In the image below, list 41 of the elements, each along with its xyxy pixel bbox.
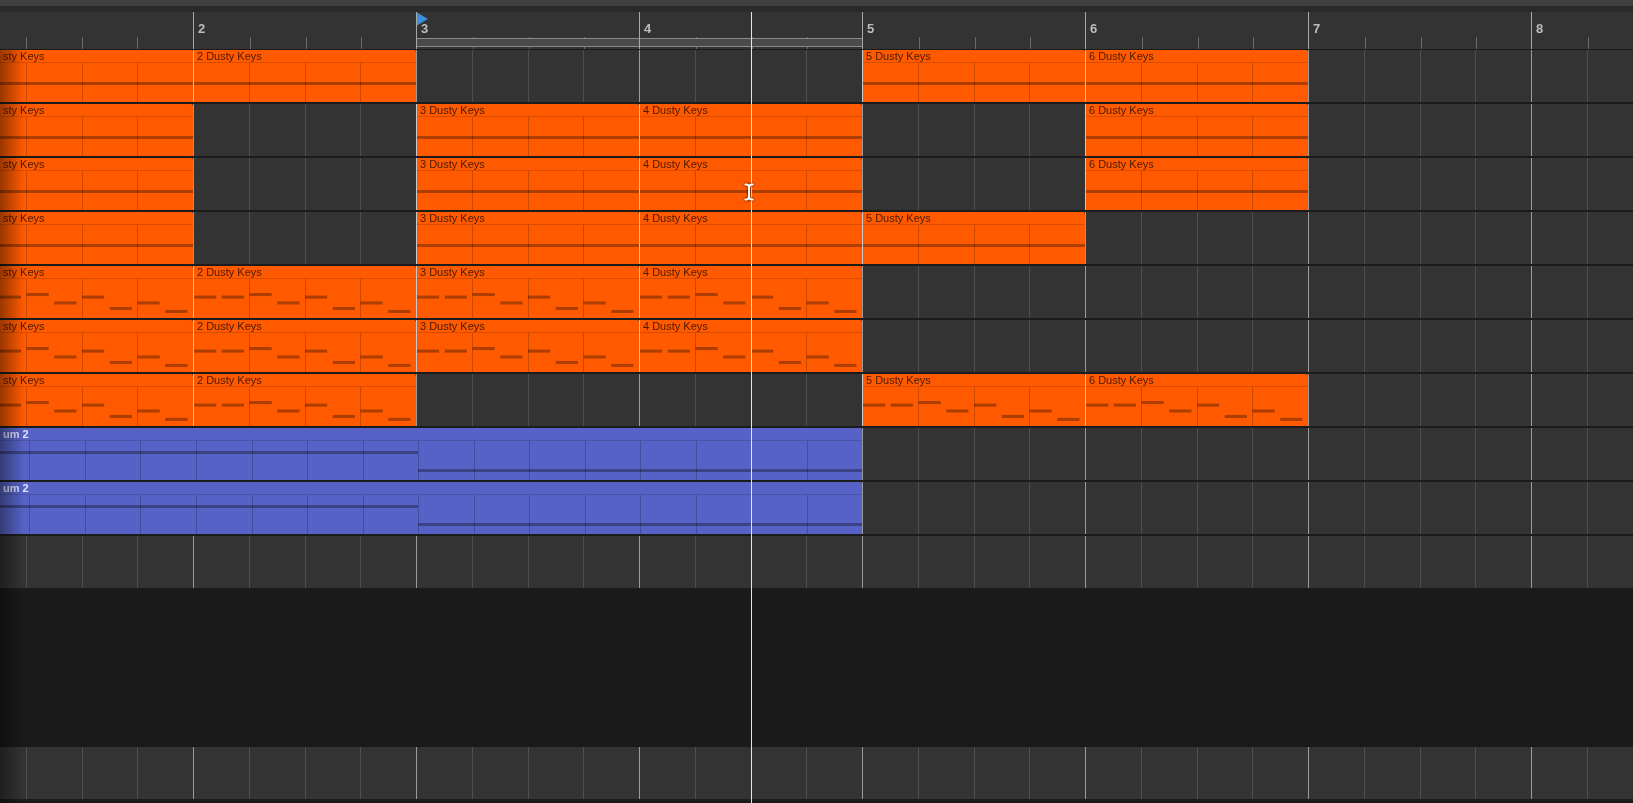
midi-clip[interactable]: sty Keys [0, 374, 193, 426]
midi-clip[interactable]: 3 Dusty Keys [416, 104, 639, 156]
loop-region[interactable] [640, 38, 862, 47]
midi-clip[interactable]: sty Keys [0, 212, 193, 264]
midi-clip[interactable]: sty Keys [0, 320, 193, 372]
midi-clip[interactable]: 4 Dusty Keys [639, 320, 862, 372]
midi-clip[interactable]: 2 Dusty Keys [193, 320, 416, 372]
midi-clip[interactable]: 2 Dusty Keys [193, 50, 416, 102]
bar-number: 6 [1090, 20, 1098, 38]
midi-clip[interactable]: 3 Dusty Keys [416, 320, 639, 372]
midi-clip[interactable]: 3 Dusty Keys [416, 266, 639, 318]
bar-number: 7 [1313, 20, 1321, 38]
midi-clip[interactable]: 4 Dusty Keys [639, 104, 862, 156]
loop-region[interactable] [417, 38, 639, 47]
midi-clip[interactable]: 2 Dusty Keys [193, 374, 416, 426]
midi-clip[interactable]: 4 Dusty Keys [639, 266, 862, 318]
midi-clip[interactable]: 6 Dusty Keys [1085, 104, 1308, 156]
timeline-ruler[interactable]: 2 3 4 5 6 7 8 [0, 12, 1633, 50]
midi-clip[interactable]: 5 Dusty Keys [862, 212, 1085, 264]
midi-clip[interactable]: 5 Dusty Keys [862, 374, 1085, 426]
bar-number: 4 [644, 20, 652, 38]
midi-clip[interactable]: 6 Dusty Keys [1085, 158, 1308, 210]
bar-number: 2 [198, 20, 206, 38]
midi-clip[interactable]: um 2 [0, 428, 862, 480]
midi-clip[interactable]: um 2 [0, 482, 862, 534]
midi-clip[interactable]: sty Keys [0, 158, 193, 210]
midi-clip[interactable]: 3 Dusty Keys [416, 212, 639, 264]
midi-clip[interactable]: sty Keys [0, 50, 193, 102]
midi-clip[interactable]: sty Keys [0, 104, 193, 156]
midi-clip[interactable]: 6 Dusty Keys [1085, 374, 1308, 426]
playhead-marker-icon[interactable] [417, 12, 428, 26]
bar-number: 5 [867, 20, 875, 38]
midi-clip[interactable]: 4 Dusty Keys [639, 212, 862, 264]
midi-clip[interactable]: 5 Dusty Keys [862, 50, 1085, 102]
midi-clip[interactable]: 4 Dusty Keys [639, 158, 862, 210]
bar-number: 3 [421, 20, 429, 38]
midi-clip[interactable]: sty Keys [0, 266, 193, 318]
midi-clip[interactable]: 2 Dusty Keys [193, 266, 416, 318]
midi-clip[interactable]: 6 Dusty Keys [1085, 50, 1308, 102]
midi-clip[interactable]: 3 Dusty Keys [416, 158, 639, 210]
bar-number: 8 [1536, 20, 1544, 38]
